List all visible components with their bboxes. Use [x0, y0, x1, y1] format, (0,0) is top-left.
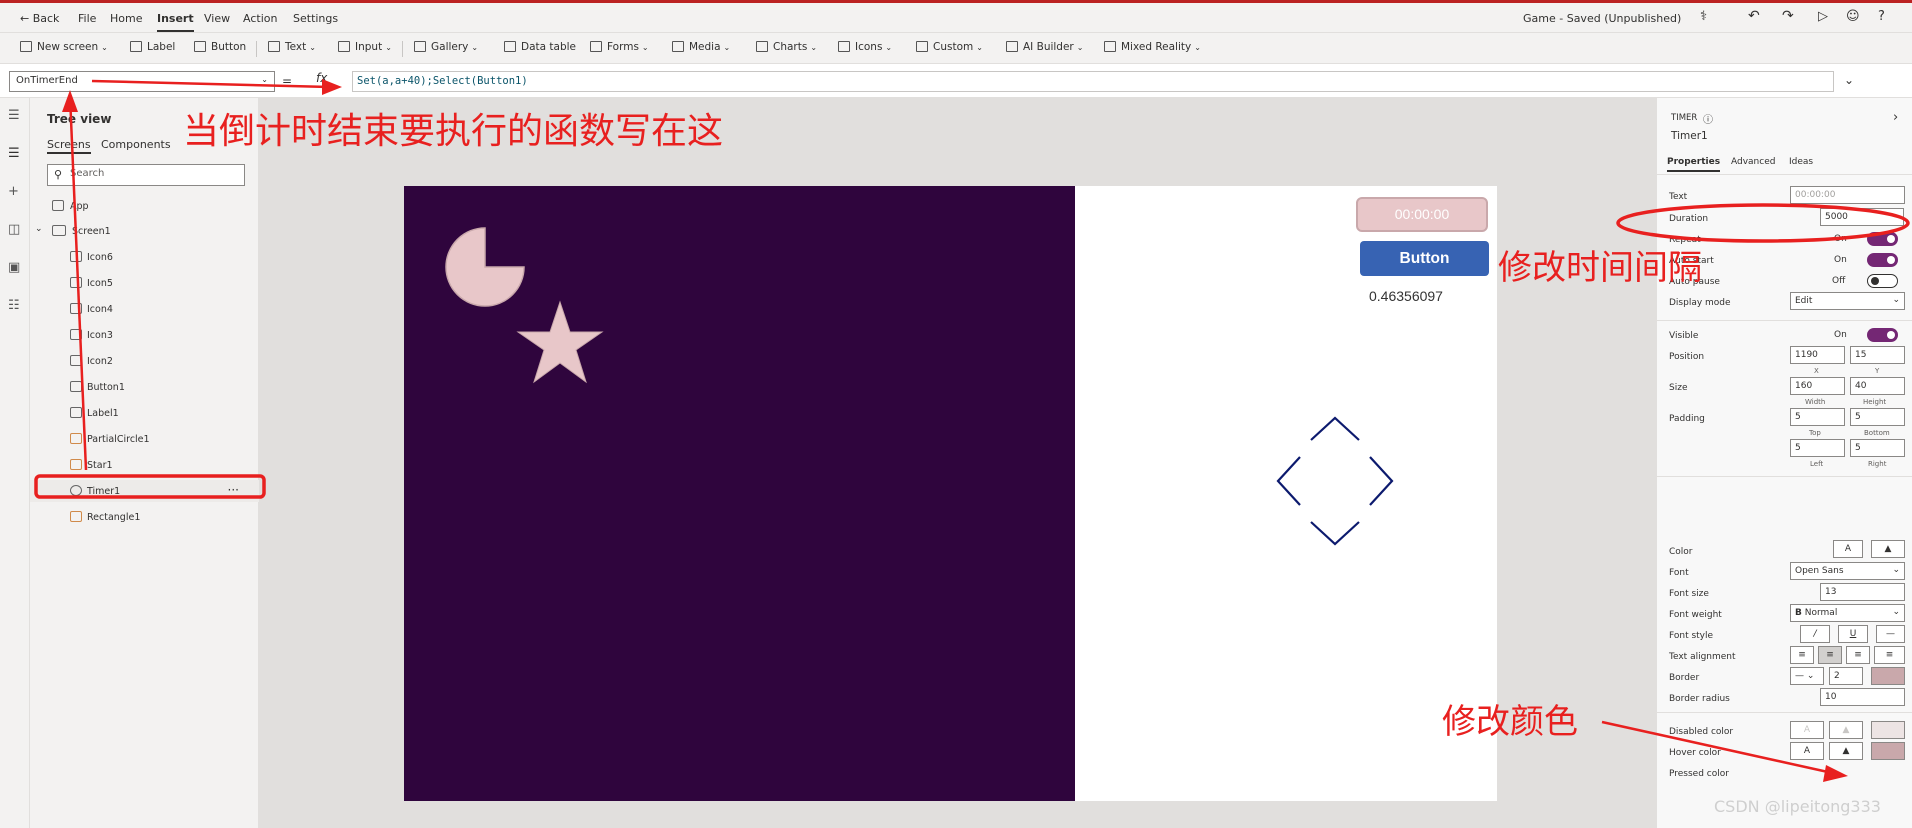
duration-annotation: 修改时间间隔 — [1498, 248, 1702, 288]
color-annotation: 修改颜色 — [1442, 702, 1578, 742]
arrow-to-formula — [91, 79, 331, 89]
timer1-highlight-box — [34, 474, 266, 499]
arrow-to-property — [68, 95, 88, 471]
arrowhead-property — [62, 90, 78, 112]
formula-annotation: 当倒计时结束要执行的函数写在这 — [183, 111, 724, 152]
arrowhead-formula — [322, 79, 342, 95]
arrow-to-color — [1601, 720, 1838, 776]
arrowhead-color — [1823, 765, 1848, 782]
csdn-watermark: CSDN @lipeitong333 — [1714, 797, 1881, 816]
duration-highlight-ellipse — [1616, 203, 1910, 243]
